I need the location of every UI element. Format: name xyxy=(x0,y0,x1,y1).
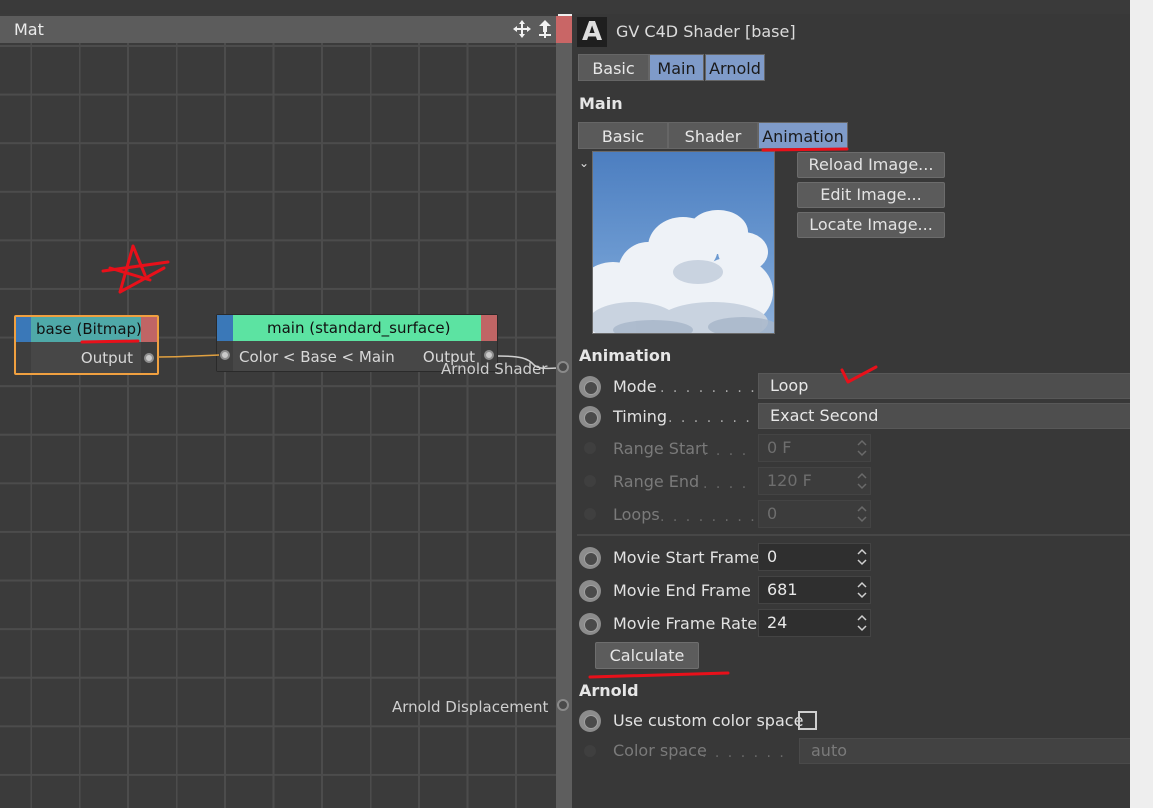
main-output-port[interactable] xyxy=(484,350,494,360)
arnold-section-title: Arnold xyxy=(579,681,639,700)
movie-start-frame-keyframe-toggle[interactable] xyxy=(579,547,601,569)
main-color-input-port[interactable] xyxy=(220,350,230,360)
node-close-cap[interactable] xyxy=(481,315,497,341)
color-space-keyframe-toggle xyxy=(584,745,596,757)
node-left-bar xyxy=(16,342,31,373)
arnold-shader-port-label: Arnold Shader xyxy=(441,360,548,378)
spinner-arrows-icon xyxy=(857,505,867,523)
reload-image-button[interactable]: Reload Image... xyxy=(797,152,945,178)
movie-end-frame-label: Movie End Frame xyxy=(613,581,751,600)
subtab-basic[interactable]: Basic xyxy=(578,122,668,149)
movie-end-frame-keyframe-toggle[interactable] xyxy=(579,580,601,602)
range-start-value: 0 F xyxy=(767,438,792,457)
movie-frame-rate-field[interactable]: 24 xyxy=(758,609,871,637)
node-grid xyxy=(0,42,558,808)
sky-cloud-image xyxy=(593,152,774,333)
base-node-title: base (Bitmap) xyxy=(36,320,142,338)
dotted-leader: . . . . xyxy=(703,443,749,459)
loops-value: 0 xyxy=(767,504,778,523)
range-start-label: Range Start xyxy=(613,439,708,458)
use-custom-color-space-checkbox[interactable] xyxy=(798,711,817,730)
subtab-shader[interactable]: Shader xyxy=(668,122,758,149)
range-end-value: 120 F xyxy=(767,471,812,490)
mode-label: Mode xyxy=(613,377,657,396)
spinner-arrows-icon[interactable] xyxy=(857,547,867,567)
use-custom-color-space-label: Use custom color space xyxy=(613,711,804,730)
movie-start-frame-value: 0 xyxy=(767,547,778,566)
loops-field: 0 xyxy=(758,500,871,528)
main-section-title: Main xyxy=(579,94,623,113)
tab-basic[interactable]: Basic xyxy=(578,54,649,81)
loops-label: Loops xyxy=(613,505,660,524)
subtab-animation[interactable]: Animation xyxy=(758,122,848,149)
window-edge xyxy=(1130,0,1153,808)
color-space-dropdown: auto xyxy=(799,738,1130,764)
arnold-logo: A xyxy=(577,17,607,47)
movie-end-frame-value: 681 xyxy=(767,580,798,599)
base-output-label: Output xyxy=(80,349,133,367)
movie-frame-rate-keyframe-toggle[interactable] xyxy=(579,613,601,635)
tab-main[interactable]: Main xyxy=(649,54,704,81)
node-input-cap xyxy=(16,317,31,342)
custom-color-space-keyframe-toggle[interactable] xyxy=(579,710,601,732)
node-editor[interactable]: base (Bitmap) Output main (standard_surf… xyxy=(0,0,558,808)
movie-frame-rate-label: Movie Frame Rate xyxy=(613,614,758,633)
timing-keyframe-toggle[interactable] xyxy=(579,406,601,428)
chevron-down-icon[interactable]: ⌄ xyxy=(579,156,589,170)
attributes-title: GV C4D Shader [base] xyxy=(616,22,796,41)
range-end-keyframe-toggle xyxy=(584,475,596,487)
arnold-displacement-port[interactable] xyxy=(557,699,569,711)
base-bitmap-node[interactable]: base (Bitmap) Output xyxy=(14,315,159,375)
base-output-port[interactable] xyxy=(144,353,154,363)
dotted-leader: . . . . xyxy=(703,476,749,492)
dotted-leader: . . . . . . . xyxy=(668,410,752,426)
spinner-arrows-icon[interactable] xyxy=(857,613,867,633)
panel-close-tab[interactable] xyxy=(556,16,572,43)
main-color-input-label: Color < Base < Main xyxy=(239,348,395,366)
locate-image-button[interactable]: Locate Image... xyxy=(797,212,945,238)
main-node-title: main (standard_surface) xyxy=(267,319,451,337)
section-divider xyxy=(577,534,1130,536)
calculate-button[interactable]: Calculate xyxy=(595,642,699,669)
arnold-shader-port[interactable] xyxy=(557,361,569,373)
range-start-field: 0 F xyxy=(758,434,871,462)
edit-image-button[interactable]: Edit Image... xyxy=(797,182,945,208)
color-space-label: Color space xyxy=(613,741,707,760)
movie-start-frame-label: Movie Start Frame xyxy=(613,548,760,567)
node-editor-title: Mat xyxy=(14,20,44,39)
top-strip xyxy=(0,0,1153,14)
node-input-cap xyxy=(217,315,233,341)
range-end-field: 120 F xyxy=(758,467,871,495)
pin-icon[interactable] xyxy=(536,19,554,39)
timing-dropdown[interactable]: Exact Second xyxy=(758,403,1130,429)
dotted-leader: . . . . . . . . xyxy=(660,380,757,396)
dotted-leader: . . . . . . . . xyxy=(660,509,757,525)
timing-label: Timing xyxy=(613,407,668,426)
movie-end-frame-field[interactable]: 681 xyxy=(758,576,871,604)
panel-splitter[interactable] xyxy=(556,43,572,808)
loops-keyframe-toggle xyxy=(584,508,596,520)
spinner-arrows-icon xyxy=(857,472,867,490)
mode-dropdown[interactable]: Loop xyxy=(758,373,1130,399)
node-close-cap[interactable] xyxy=(141,317,157,342)
tab-arnold[interactable]: Arnold xyxy=(705,54,765,81)
attributes-panel: A GV C4D Shader [base] Basic Main Arnold… xyxy=(572,14,1130,808)
range-start-keyframe-toggle xyxy=(584,442,596,454)
range-end-label: Range End xyxy=(613,472,700,491)
move-icon[interactable] xyxy=(512,19,532,39)
movie-frame-rate-value: 24 xyxy=(767,613,788,632)
spinner-arrows-icon[interactable] xyxy=(857,580,867,600)
spinner-arrows-icon xyxy=(857,439,867,457)
animation-section-title: Animation xyxy=(579,346,672,365)
movie-start-frame-field[interactable]: 0 xyxy=(758,543,871,571)
dotted-leader: . . . . . . . xyxy=(702,745,786,761)
node-editor-header: Mat xyxy=(0,16,558,43)
mode-keyframe-toggle[interactable] xyxy=(579,376,601,398)
bitmap-preview xyxy=(592,151,775,334)
arnold-displacement-port-label: Arnold Displacement xyxy=(392,698,549,716)
